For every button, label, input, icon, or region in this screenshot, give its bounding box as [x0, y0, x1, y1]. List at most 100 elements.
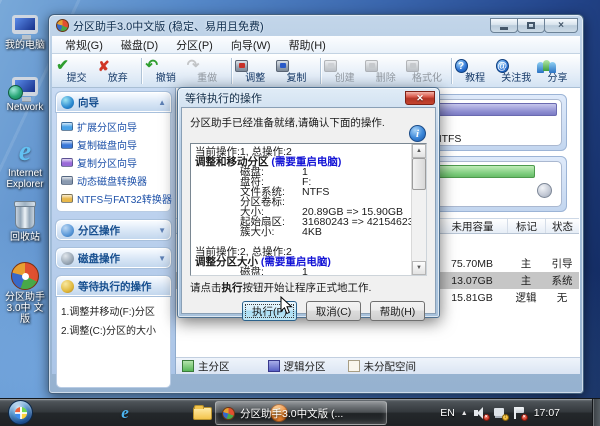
sidebar-item-copy-disk-wizard[interactable]: 复制磁盘向导: [60, 135, 168, 153]
taskbar-button-partition-assistant[interactable]: 分区助手3.0中文版 (...: [215, 401, 387, 425]
desktop-icon-label: Network: [2, 102, 48, 113]
tray-expand-icon[interactable]: ▲: [461, 410, 468, 417]
share-people-icon: [537, 60, 550, 73]
copy-disk-icon: [276, 60, 289, 72]
toolbar-discard-button[interactable]: ✘ 放弃: [97, 58, 138, 84]
language-indicator[interactable]: EN: [440, 407, 455, 419]
dialog-close-button[interactable]: ✕: [405, 91, 435, 105]
copy-disk-wizard-icon: [61, 140, 73, 149]
toolbar-undo-button[interactable]: ↶ 撤销: [145, 58, 186, 84]
column-status[interactable]: 状态: [545, 219, 579, 233]
menu-partition[interactable]: 分区(P): [167, 36, 222, 54]
dialog-title-bar[interactable]: 等待执行的操作 ✕: [181, 89, 436, 107]
column-unused-capacity[interactable]: 未用容量: [437, 219, 507, 233]
toolbar-tutorial-button[interactable]: ? 教程: [455, 58, 496, 84]
folder-icon: [193, 407, 212, 420]
network-icon: [2, 70, 48, 102]
desktop-icon-label: 我的电脑: [2, 40, 48, 51]
unallocated-swatch: [348, 360, 360, 372]
pending-operations-icon: [61, 280, 74, 293]
resize-handle[interactable]: [537, 183, 552, 198]
scrollbar-thumb[interactable]: [412, 158, 426, 190]
sidebar-panel-pending-operations[interactable]: 等待执行的操作: [56, 276, 171, 296]
follow-icon: @: [496, 59, 509, 73]
sidebar-item-ntfs-fat32-converter[interactable]: NTFS与FAT32转换器: [60, 189, 168, 207]
scrollbar[interactable]: ▲ ▼: [411, 144, 426, 275]
app-icon: [222, 407, 235, 420]
minimize-button[interactable]: [490, 18, 518, 33]
desktop-icon-internet-explorer[interactable]: e Internet Explorer: [2, 136, 48, 190]
menu-help[interactable]: 帮助(H): [280, 36, 335, 54]
toolbar-copy-button[interactable]: 复制: [276, 58, 317, 84]
scroll-down-button[interactable]: ▼: [412, 261, 426, 275]
column-mark[interactable]: 标记: [507, 219, 545, 233]
legend-logical: 逻辑分区: [268, 359, 326, 374]
desktop-icon-label: Internet Explorer: [2, 168, 48, 190]
toolbar-submit-button[interactable]: ✔ 提交: [56, 58, 97, 84]
chevron-down-icon: ▼: [158, 254, 166, 263]
menu-wizard[interactable]: 向导(W): [222, 36, 280, 54]
sidebar-item-dynamic-disk-converter[interactable]: 动态磁盘转换器: [60, 171, 168, 189]
show-desktop-button[interactable]: [592, 399, 600, 426]
system-tray: EN ▲ × ! × 17:07: [440, 399, 560, 426]
network-warning-badge: !: [502, 414, 509, 421]
info-icon: i: [409, 125, 426, 142]
sidebar-item-copy-partition-wizard[interactable]: 复制分区向导: [60, 153, 168, 171]
sidebar-panel-partition-operations[interactable]: 分区操作 ▼: [56, 220, 171, 240]
toolbar-follow-button[interactable]: @ 关注我: [496, 58, 537, 84]
title-bar[interactable]: 分区助手3.0中文版 (稳定、易用且免费) ×: [52, 15, 580, 36]
desktop-icon-recycle-bin[interactable]: 回收站: [2, 200, 48, 243]
menu-disk[interactable]: 磁盘(D): [112, 36, 167, 54]
sidebar-panel-wizards[interactable]: 向导 ▲: [56, 92, 171, 112]
chevron-up-icon: ▲: [158, 98, 166, 107]
toolbar-share-button[interactable]: 分享: [537, 58, 578, 84]
toolbar: ✔ 提交 ✘ 放弃 ↶ 撤销 ↷ 重做 调整 复制: [52, 54, 580, 88]
desktop-icon-my-computer[interactable]: 我的电脑: [2, 8, 48, 51]
legend-primary: 主分区: [182, 359, 230, 374]
help-button[interactable]: 帮助(H): [370, 301, 425, 321]
cancel-button[interactable]: 取消(C): [306, 301, 361, 321]
sidebar-panel-disk-operations[interactable]: 磁盘操作 ▼: [56, 248, 171, 268]
desktop-icon-label: 分区助手3.0中 文版: [2, 292, 48, 325]
pending-operation-2[interactable]: 2.调整(C:)分区的大小: [60, 320, 168, 339]
taskbar-internet-explorer[interactable]: e: [114, 402, 136, 424]
toolbar-resize-button[interactable]: 调整: [235, 58, 276, 84]
maximize-button[interactable]: [517, 18, 545, 33]
desktop-icon-network[interactable]: Network: [2, 70, 48, 113]
primary-partition-swatch: [182, 360, 194, 372]
sidebar-item-extend-partition-wizard[interactable]: 扩展分区向导: [60, 117, 168, 135]
volume-muted-badge: ×: [483, 414, 490, 421]
taskbar-explorer[interactable]: [191, 402, 213, 424]
pending-operations-dialog: 等待执行的操作 ✕ 分区助手已经准备就绪,请确认下面的操作. i 当前操作:1,…: [177, 87, 440, 318]
maximize-icon: [527, 22, 535, 29]
start-button[interactable]: [8, 400, 33, 425]
menu-general[interactable]: 常规(G): [56, 36, 112, 54]
operations-list[interactable]: 当前操作:1, 总操作:2 调整和移动分区 (需要重启电脑) 磁盘:1 盘符:F…: [190, 143, 427, 276]
recycle-bin-icon: [2, 200, 48, 232]
action-center-flag-icon[interactable]: ×: [512, 407, 525, 419]
legend-unallocated: 未分配空间: [348, 359, 417, 374]
dynamic-disk-converter-icon: [61, 176, 73, 185]
network-icon[interactable]: !: [493, 407, 506, 419]
wizard-icon: [61, 96, 74, 109]
partition-legend: 主分区 逻辑分区 未分配空间: [176, 357, 580, 374]
logical-partition-swatch: [268, 360, 280, 372]
menu-bar: 常规(G) 磁盘(D) 分区(P) 向导(W) 帮助(H): [52, 36, 580, 54]
close-button[interactable]: ×: [544, 18, 578, 33]
sidebar: 向导 ▲ 扩展分区向导 复制磁盘向导: [52, 88, 176, 374]
toolbar-separator: [231, 58, 232, 84]
clock[interactable]: 17:07: [534, 407, 560, 419]
toolbar-separator: [320, 58, 321, 84]
internet-explorer-icon: e: [2, 136, 48, 168]
toolbar-format-button: 格式化: [406, 58, 447, 84]
volume-icon[interactable]: ×: [474, 407, 487, 419]
execute-button[interactable]: 执行(P): [242, 301, 297, 321]
desktop-icon-partition-assistant[interactable]: 分区助手3.0中 文版: [2, 260, 48, 325]
close-icon: ✕: [416, 93, 424, 104]
pending-operation-1[interactable]: 1.调整并移动(F:)分区: [60, 301, 168, 320]
delete-disk-icon: [365, 60, 378, 72]
scroll-up-button[interactable]: ▲: [412, 144, 426, 158]
desktop: 我的电脑 Network e Internet Explorer 回收站 分区助…: [0, 0, 600, 426]
internet-explorer-icon: e: [121, 403, 129, 423]
dialog-message: 分区助手已经准备就绪,请确认下面的操作.: [190, 115, 427, 130]
